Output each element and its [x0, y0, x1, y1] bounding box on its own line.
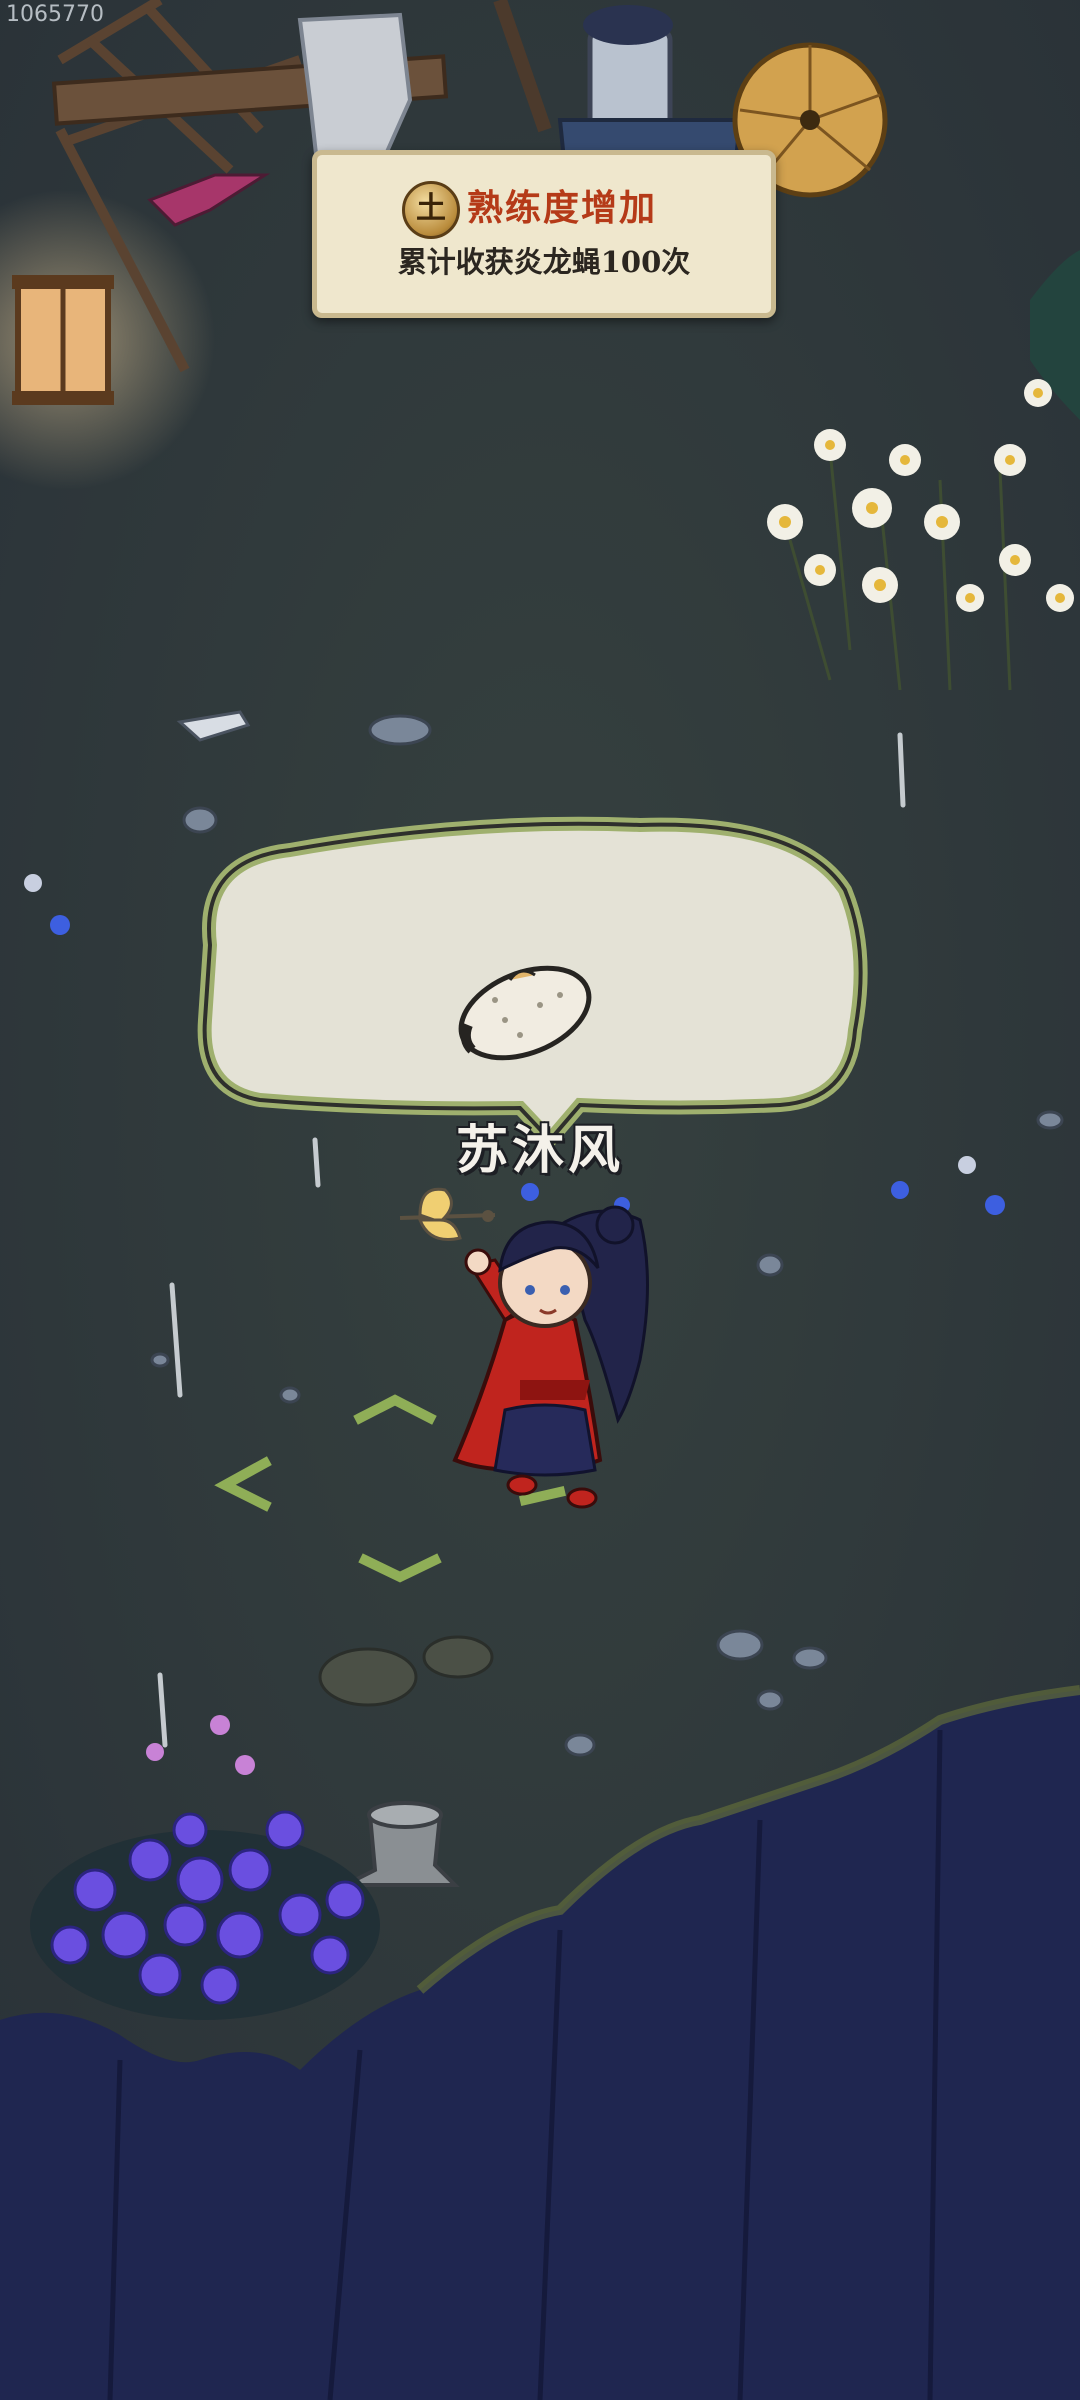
toast-title: 熟练度增加 [467, 187, 658, 229]
earth-element-icon: 土 [402, 181, 460, 239]
toast-description: 累计收获炎龙蝇100次 [397, 245, 691, 279]
session-id-text: 1065770 [6, 2, 104, 27]
character-name-label[interactable]: 苏沐风 [430, 1108, 650, 1183]
proficiency-toast: 土 熟练度增加 累计收获炎龙蝇100次 [312, 150, 776, 318]
game-map[interactable] [0, 0, 1080, 2400]
game-scene[interactable]: 1065770 土 熟练度增加 累计收获炎龙蝇100次 苏沐风 [0, 0, 1080, 2400]
lantern [12, 275, 114, 405]
